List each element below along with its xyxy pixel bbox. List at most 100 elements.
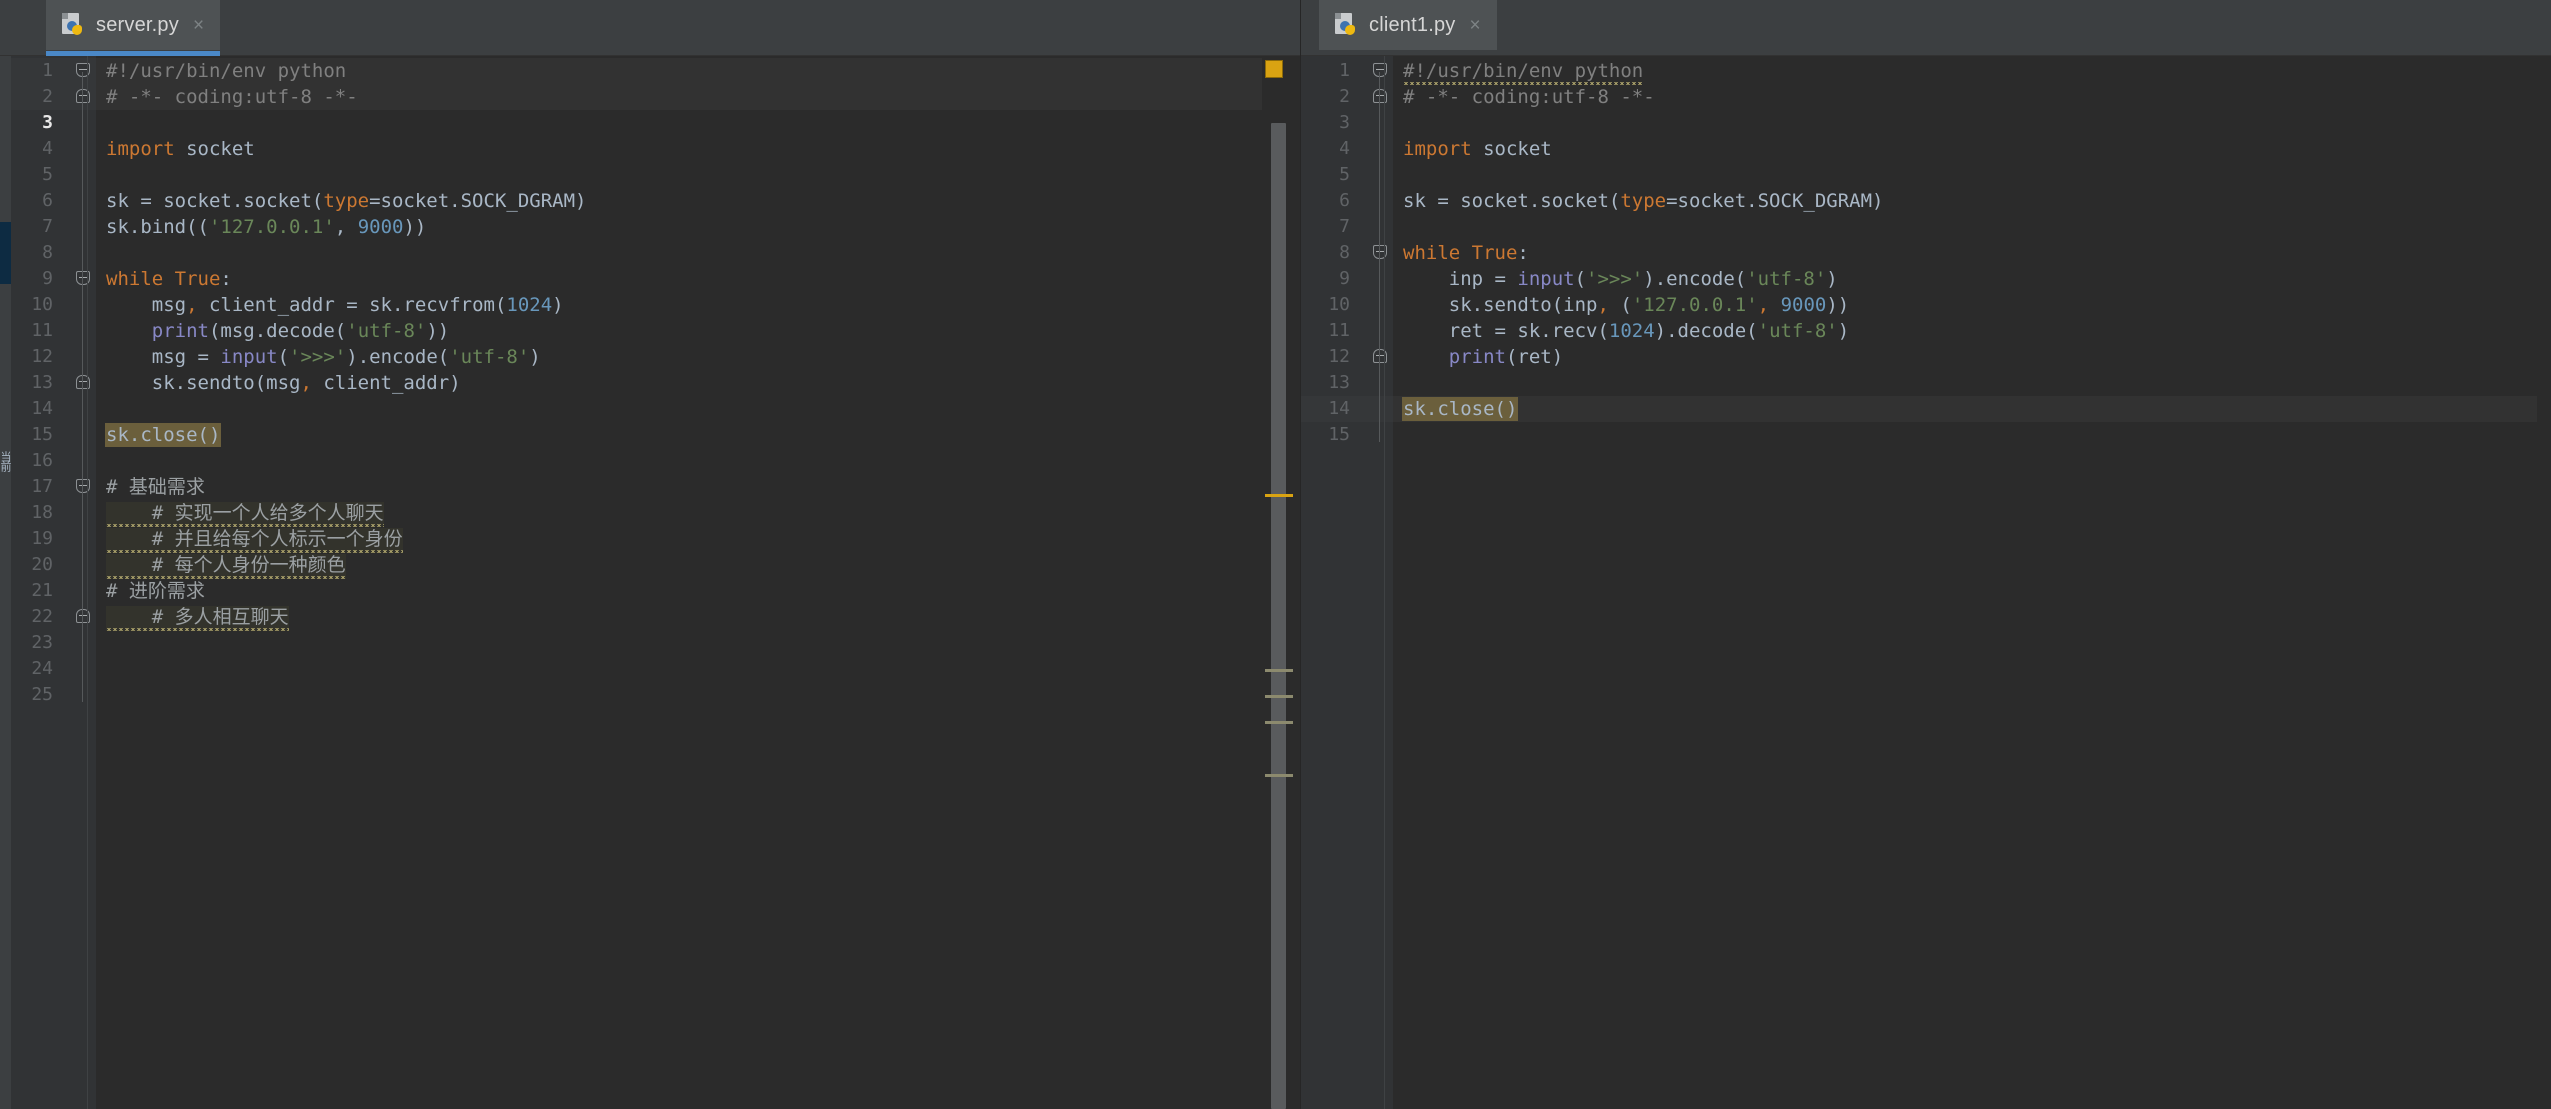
fold-toggle-icon[interactable] xyxy=(1373,344,1388,370)
code-line[interactable] xyxy=(96,448,1301,474)
code-line[interactable]: sk.bind(('127.0.0.1', 9000)) xyxy=(96,214,1301,240)
code-line[interactable] xyxy=(96,682,1301,708)
code-token: , xyxy=(186,294,198,316)
fold-guide-line xyxy=(1379,72,1380,442)
code-line[interactable]: while True: xyxy=(1393,240,2551,266)
line-number: 5 xyxy=(1339,164,1350,185)
code-area-left[interactable]: #!/usr/bin/env python # -*- coding:utf-8 … xyxy=(96,56,1301,1109)
code-token: # 基础需求 xyxy=(106,476,205,498)
code-line[interactable]: print(ret) xyxy=(1393,344,2551,370)
code-line[interactable]: ret = sk.recv(1024).decode('utf-8') xyxy=(1393,318,2551,344)
code-token: '127.0.0.1' xyxy=(208,216,335,238)
navigation-marker xyxy=(0,222,11,284)
code-line[interactable]: sk.sendto(msg, client_addr) xyxy=(96,370,1301,396)
code-line[interactable] xyxy=(1393,162,2551,188)
marker-scrollbar-left[interactable] xyxy=(1262,56,1301,1109)
code-token: 9000 xyxy=(1780,294,1827,316)
code-line[interactable]: # 基础需求 xyxy=(96,474,1301,500)
code-line[interactable]: import socket xyxy=(1393,136,2551,162)
code-token: =socket.SOCK_DGRAM) xyxy=(369,190,587,212)
fold-guide-line xyxy=(82,72,83,702)
code-line[interactable]: sk.close() xyxy=(96,422,1301,448)
code-line[interactable] xyxy=(1393,110,2551,136)
fold-toggle-icon[interactable] xyxy=(76,604,91,630)
close-icon[interactable]: × xyxy=(1470,16,1481,35)
warning-stripe-marker[interactable] xyxy=(1265,494,1293,497)
code-folding-gutter-left[interactable] xyxy=(62,56,96,1109)
code-area-right[interactable]: #!/usr/bin/env python # -*- coding:utf-8 … xyxy=(1393,56,2551,1109)
code-token: : xyxy=(1517,242,1529,264)
editor-pane-left: server.py × 1 2 3 4 5 6 7 8 9 10 11 12 13 14 15 16 17 18 1… xyxy=(0,0,1301,1109)
code-line[interactable]: print(msg.decode('utf-8')) xyxy=(96,318,1301,344)
code-line[interactable] xyxy=(96,630,1301,656)
code-token: import xyxy=(106,138,187,160)
code-token: ) xyxy=(1826,268,1838,290)
code-line[interactable]: sk.sendto(inp, ('127.0.0.1', 9000)) xyxy=(1393,292,2551,318)
fold-toggle-icon[interactable] xyxy=(1373,58,1388,84)
fold-toggle-icon[interactable] xyxy=(1373,240,1388,266)
inspection-squiggle-text: #!/usr/bin/env python xyxy=(1403,60,1644,85)
code-line[interactable]: sk = socket.socket(type=socket.SOCK_DGRA… xyxy=(96,188,1301,214)
code-token: '>>>' xyxy=(1586,268,1644,290)
code-line[interactable]: import socket xyxy=(96,136,1301,162)
code-line[interactable]: sk.close() xyxy=(1393,396,2551,422)
warning-indicator-icon[interactable] xyxy=(1265,60,1283,78)
code-line[interactable]: while True: xyxy=(96,266,1301,292)
code-line[interactable] xyxy=(96,240,1301,266)
close-icon[interactable]: × xyxy=(193,16,204,35)
fold-toggle-icon[interactable] xyxy=(76,370,91,396)
fold-toggle-icon[interactable] xyxy=(76,474,91,500)
code-line[interactable]: msg = input('>>>').encode('utf-8') xyxy=(96,344,1301,370)
code-token: sk.sendto(inp xyxy=(1403,294,1598,316)
code-token: (msg.decode( xyxy=(208,320,347,342)
code-token: , xyxy=(1757,294,1770,316)
code-token: sk.bind(( xyxy=(106,216,209,238)
code-line[interactable] xyxy=(96,110,1301,136)
code-line[interactable]: #!/usr/bin/env python xyxy=(96,58,1301,84)
code-line[interactable] xyxy=(1393,214,2551,240)
code-token: ).encode( xyxy=(346,346,450,368)
code-line[interactable]: #!/usr/bin/env python xyxy=(1393,58,2551,84)
line-number-gutter-right[interactable]: 1 2 3 4 5 6 7 8 9 10 11 12 13 14 15 xyxy=(1301,56,1359,1109)
code-line[interactable]: # 每个人身份一种颜色 xyxy=(96,552,1301,578)
code-line[interactable]: msg, client_addr = sk.recvfrom(1024) xyxy=(96,292,1301,318)
editor-body-left: 1 2 3 4 5 6 7 8 9 10 11 12 13 14 15 16 17 18 19 20 21 22 23 24 2… xyxy=(0,56,1301,1109)
code-line[interactable]: inp = input('>>>').encode('utf-8') xyxy=(1393,266,2551,292)
code-line[interactable]: # 进阶需求 xyxy=(96,578,1301,604)
code-token: socket xyxy=(186,138,255,160)
code-line[interactable]: # -*- coding:utf-8 -*- xyxy=(96,84,1301,110)
line-number: 8 xyxy=(1339,242,1350,263)
code-line[interactable] xyxy=(1393,422,2551,448)
code-line[interactable] xyxy=(96,162,1301,188)
code-token: 9000 xyxy=(357,216,404,238)
inspection-stripe-marker[interactable] xyxy=(1265,774,1293,777)
code-line[interactable]: # 并且给每个人标示一个身份 xyxy=(96,526,1301,552)
inspection-stripe-marker[interactable] xyxy=(1265,695,1293,698)
code-token: : xyxy=(220,268,232,290)
code-token: 'utf-8' xyxy=(1746,268,1827,290)
code-line[interactable]: # 多人相互聊天 xyxy=(96,604,1301,630)
code-line[interactable] xyxy=(96,656,1301,682)
line-number: 14 xyxy=(1328,398,1350,419)
code-line[interactable]: sk = socket.socket(type=socket.SOCK_DGRA… xyxy=(1393,188,2551,214)
code-line[interactable]: # -*- coding:utf-8 -*- xyxy=(1393,84,2551,110)
pane-splitter[interactable] xyxy=(1300,0,1301,1109)
marker-scrollbar-right[interactable] xyxy=(2537,56,2551,1109)
code-line[interactable] xyxy=(96,396,1301,422)
inspection-stripe-marker[interactable] xyxy=(1265,669,1293,672)
code-token: ).encode( xyxy=(1643,268,1747,290)
tab-server-py[interactable]: server.py × xyxy=(46,0,221,56)
fold-toggle-icon[interactable] xyxy=(76,266,91,292)
code-line[interactable] xyxy=(1393,370,2551,396)
fold-toggle-icon[interactable] xyxy=(76,58,91,84)
fold-toggle-icon[interactable] xyxy=(76,84,91,110)
code-token: )) xyxy=(426,320,450,342)
code-token: , xyxy=(334,216,358,238)
tab-client1-py[interactable]: client1.py × xyxy=(1319,0,1497,50)
inspection-stripe-marker[interactable] xyxy=(1265,721,1293,724)
fold-toggle-icon[interactable] xyxy=(1373,84,1388,110)
code-folding-gutter-right[interactable] xyxy=(1359,56,1393,1109)
code-line[interactable]: # 实现一个人给多个人聊天 xyxy=(96,500,1301,526)
scrollbar-thumb-left[interactable] xyxy=(1271,123,1286,1109)
